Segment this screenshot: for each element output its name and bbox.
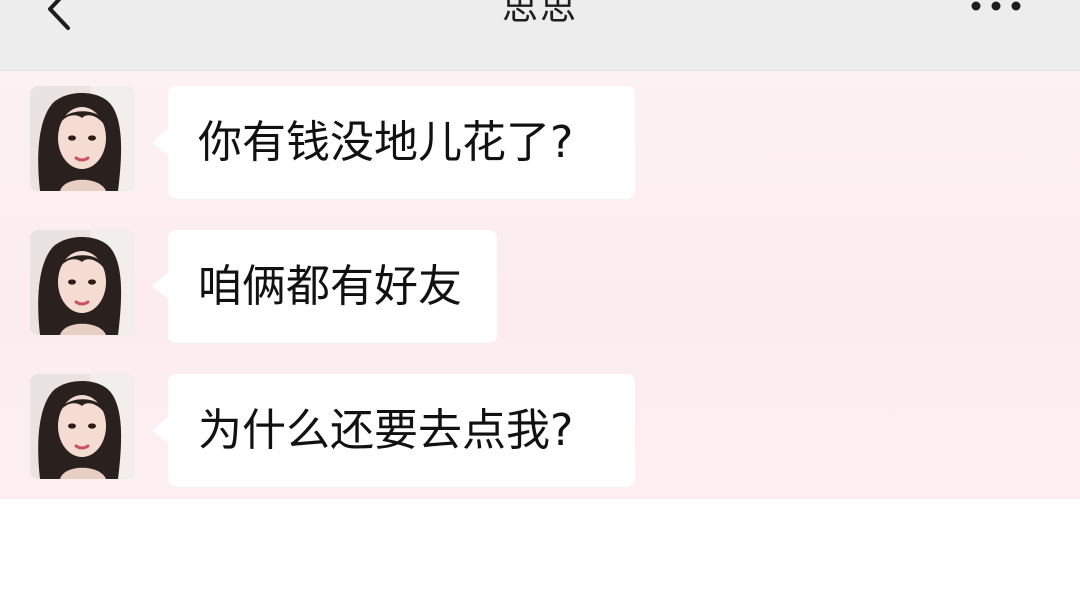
message-row: 咱俩都有好友 [0,215,1080,343]
message-bubble[interactable]: 你有钱没地儿花了? [152,86,635,199]
message-bubble[interactable]: 咱俩都有好友 [152,230,497,343]
message-list[interactable]: 你有钱没地儿花了? 咱俩都有好友 为什么还要去点我? [0,71,1080,499]
avatar[interactable] [30,230,135,335]
message-row: 为什么还要去点我? [0,359,1080,487]
avatar-portrait [30,230,135,335]
nav-bar: 思思 [0,0,1080,71]
avatar-portrait [30,86,135,191]
more-dots-icon [971,1,1021,11]
message-text: 咱俩都有好友 [198,260,462,312]
chat-screen: 思思 你有钱没地儿花了? 咱俩都有好友 为什么还要去点我? [0,0,1080,608]
chat-title: 思思 [501,0,578,28]
message-text: 为什么还要去点我? [198,404,574,456]
message-text: 你有钱没地儿花了? [198,116,574,168]
avatar[interactable] [30,86,135,191]
message-row: 你有钱没地儿花了? [0,71,1080,199]
more-button[interactable] [968,0,1024,20]
avatar[interactable] [30,374,135,479]
message-bubble[interactable]: 为什么还要去点我? [152,374,635,487]
empty-area [0,499,1080,608]
avatar-portrait [30,374,135,479]
